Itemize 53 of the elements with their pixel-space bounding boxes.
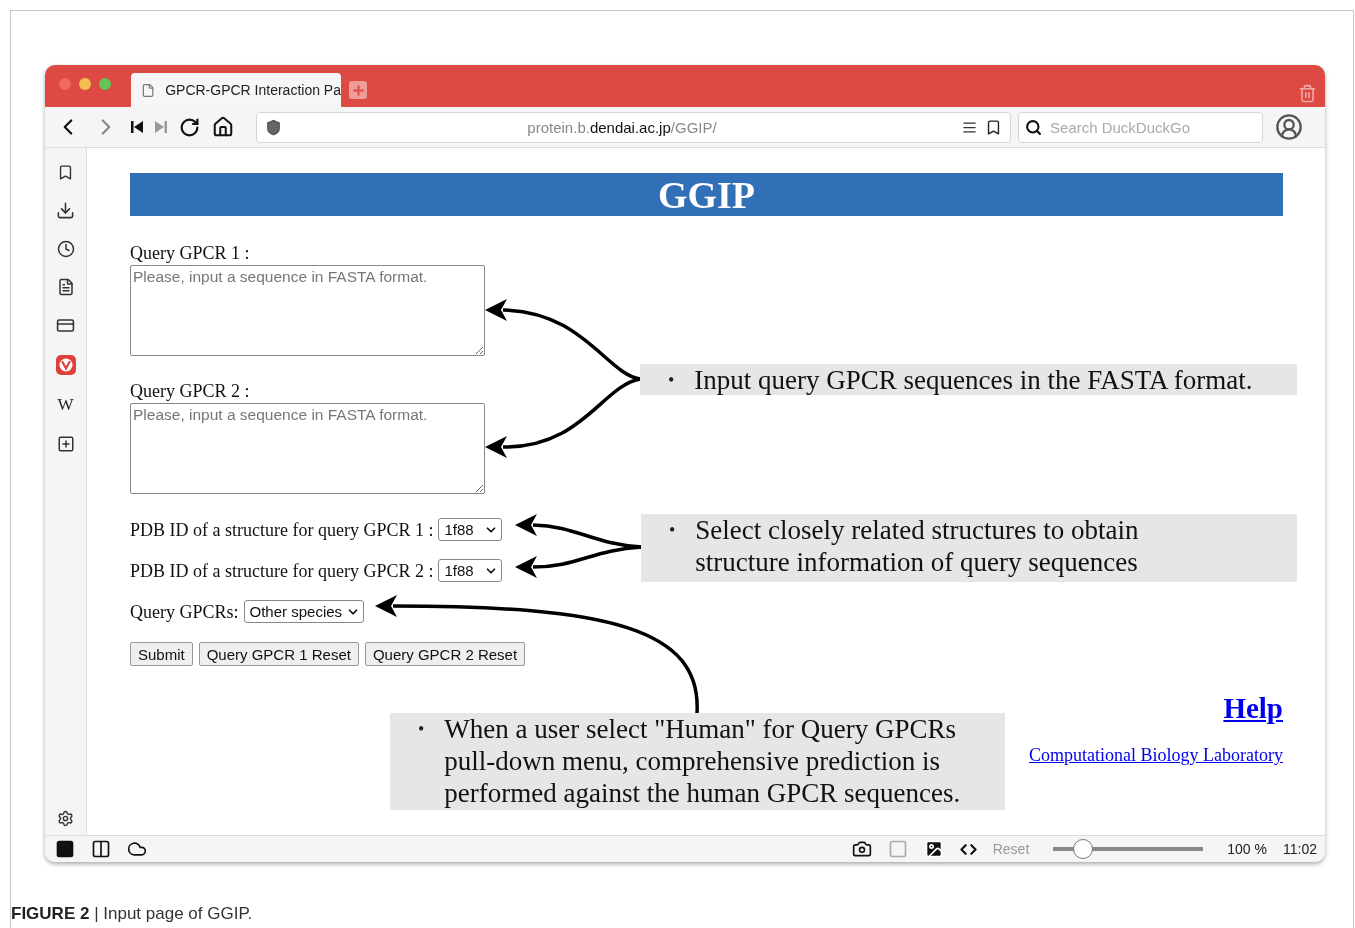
field-label: Query GPCR 2 : bbox=[130, 381, 250, 401]
camera-icon[interactable] bbox=[851, 839, 872, 859]
page-title: GGIP bbox=[130, 173, 1283, 216]
field-label: PDB ID of a structure for query GPCR 2 : bbox=[130, 560, 434, 581]
pdb-dropdown[interactable]: 1f88 bbox=[438, 518, 503, 541]
annotation-text: Input query GPCR sequences in the FASTA format. bbox=[694, 364, 1253, 396]
annotation-text: Select closely related structures to obtain structure information of query sequences bbox=[695, 514, 1139, 578]
reload-icon[interactable] bbox=[179, 116, 200, 138]
lab-link[interactable]: Computational Biology Laboratory bbox=[1029, 745, 1283, 766]
bookmark-icon[interactable] bbox=[985, 118, 1002, 136]
slider-thumb[interactable] bbox=[1073, 839, 1094, 859]
clock-icon[interactable] bbox=[56, 240, 75, 258]
submit-button[interactable]: Submit bbox=[130, 642, 193, 666]
browser-tab[interactable]: GPCR-GPCR Interaction Pa bbox=[131, 73, 341, 107]
bullet: • bbox=[418, 718, 425, 741]
field-label: Query GPCRs: bbox=[130, 601, 239, 622]
page-icon bbox=[141, 82, 156, 98]
shield-icon bbox=[265, 118, 282, 136]
rewind-icon[interactable] bbox=[131, 120, 143, 134]
home-icon[interactable] bbox=[212, 116, 234, 138]
window-icon[interactable] bbox=[56, 316, 75, 335]
bookmark-icon[interactable] bbox=[57, 164, 74, 181]
bullet: • bbox=[668, 369, 675, 392]
species-dropdown[interactable]: Other species bbox=[243, 600, 365, 623]
profile-icon[interactable] bbox=[1275, 113, 1303, 141]
vivaldi-logo-icon[interactable] bbox=[55, 355, 76, 375]
figure-caption: FIGURE 2 | Input page of GGIP. bbox=[11, 904, 254, 924]
wikipedia-icon[interactable]: W bbox=[57, 395, 74, 415]
download-icon[interactable] bbox=[56, 201, 75, 220]
field-label: Query GPCR 1 : bbox=[130, 243, 250, 263]
reset-button[interactable]: Query GPCR 1 Reset bbox=[198, 642, 359, 666]
settings-icon[interactable] bbox=[57, 810, 74, 827]
reset-button[interactable]: Query GPCR 2 Reset bbox=[364, 642, 526, 666]
sequence-input[interactable]: Please, input a sequence in FASTA format. bbox=[130, 265, 485, 356]
search-icon bbox=[1025, 118, 1042, 136]
clock-time: 11:02 bbox=[1283, 841, 1317, 857]
bullet: • bbox=[669, 519, 676, 542]
field-label: PDB ID of a structure for query GPCR 1 : bbox=[130, 519, 434, 540]
zoom-level: 100 % bbox=[1227, 841, 1267, 857]
url-text: protein.b.dendai.ac.jp/GGIP/ bbox=[526, 118, 718, 136]
address-bar[interactable]: protein.b.dendai.ac.jp/GGIP/ bbox=[256, 111, 1011, 143]
image-icon[interactable] bbox=[923, 839, 944, 859]
help-link[interactable]: Help bbox=[1223, 692, 1283, 725]
add-panel-icon[interactable] bbox=[56, 435, 75, 453]
notes-icon[interactable] bbox=[56, 278, 75, 296]
fast-forward-icon[interactable] bbox=[155, 120, 167, 134]
annotation-text: When a user select "Human" for Query GPCRs pull-down menu, comprehensive prediction is performed against the human GPCR sequences. bbox=[444, 713, 961, 809]
tiling-icon[interactable] bbox=[91, 839, 111, 859]
panel-icon[interactable] bbox=[55, 839, 75, 859]
reader-icon[interactable] bbox=[962, 119, 977, 135]
pdb-dropdown[interactable]: 1f88 bbox=[438, 559, 503, 582]
sequence-input[interactable]: Please, input a sequence in FASTA format. bbox=[130, 403, 485, 494]
cloud-icon[interactable] bbox=[127, 839, 147, 859]
